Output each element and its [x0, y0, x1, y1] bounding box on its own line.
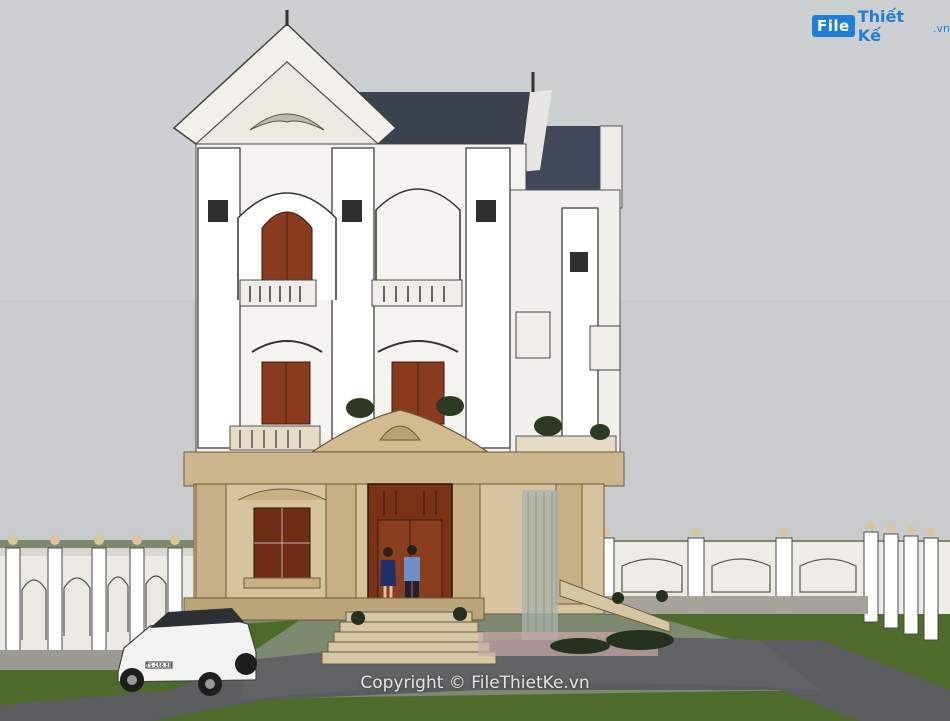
villa-render-drawing: TS-168.88 [0, 0, 950, 721]
villa-render: TS-168.88 File Thiết Kế .vn Copyright © … [0, 0, 950, 721]
logo-file-badge: File [812, 15, 855, 37]
copyright-watermark: Copyright © FileThietKe.vn [360, 673, 590, 693]
entrance-steps [321, 611, 497, 665]
logo-domain: .vn [933, 22, 950, 35]
car-plate: TS-168.88 [145, 663, 172, 669]
site-logo[interactable]: File Thiết Kế .vn [812, 7, 950, 45]
logo-brand-name: Thiết Kế [857, 7, 904, 45]
